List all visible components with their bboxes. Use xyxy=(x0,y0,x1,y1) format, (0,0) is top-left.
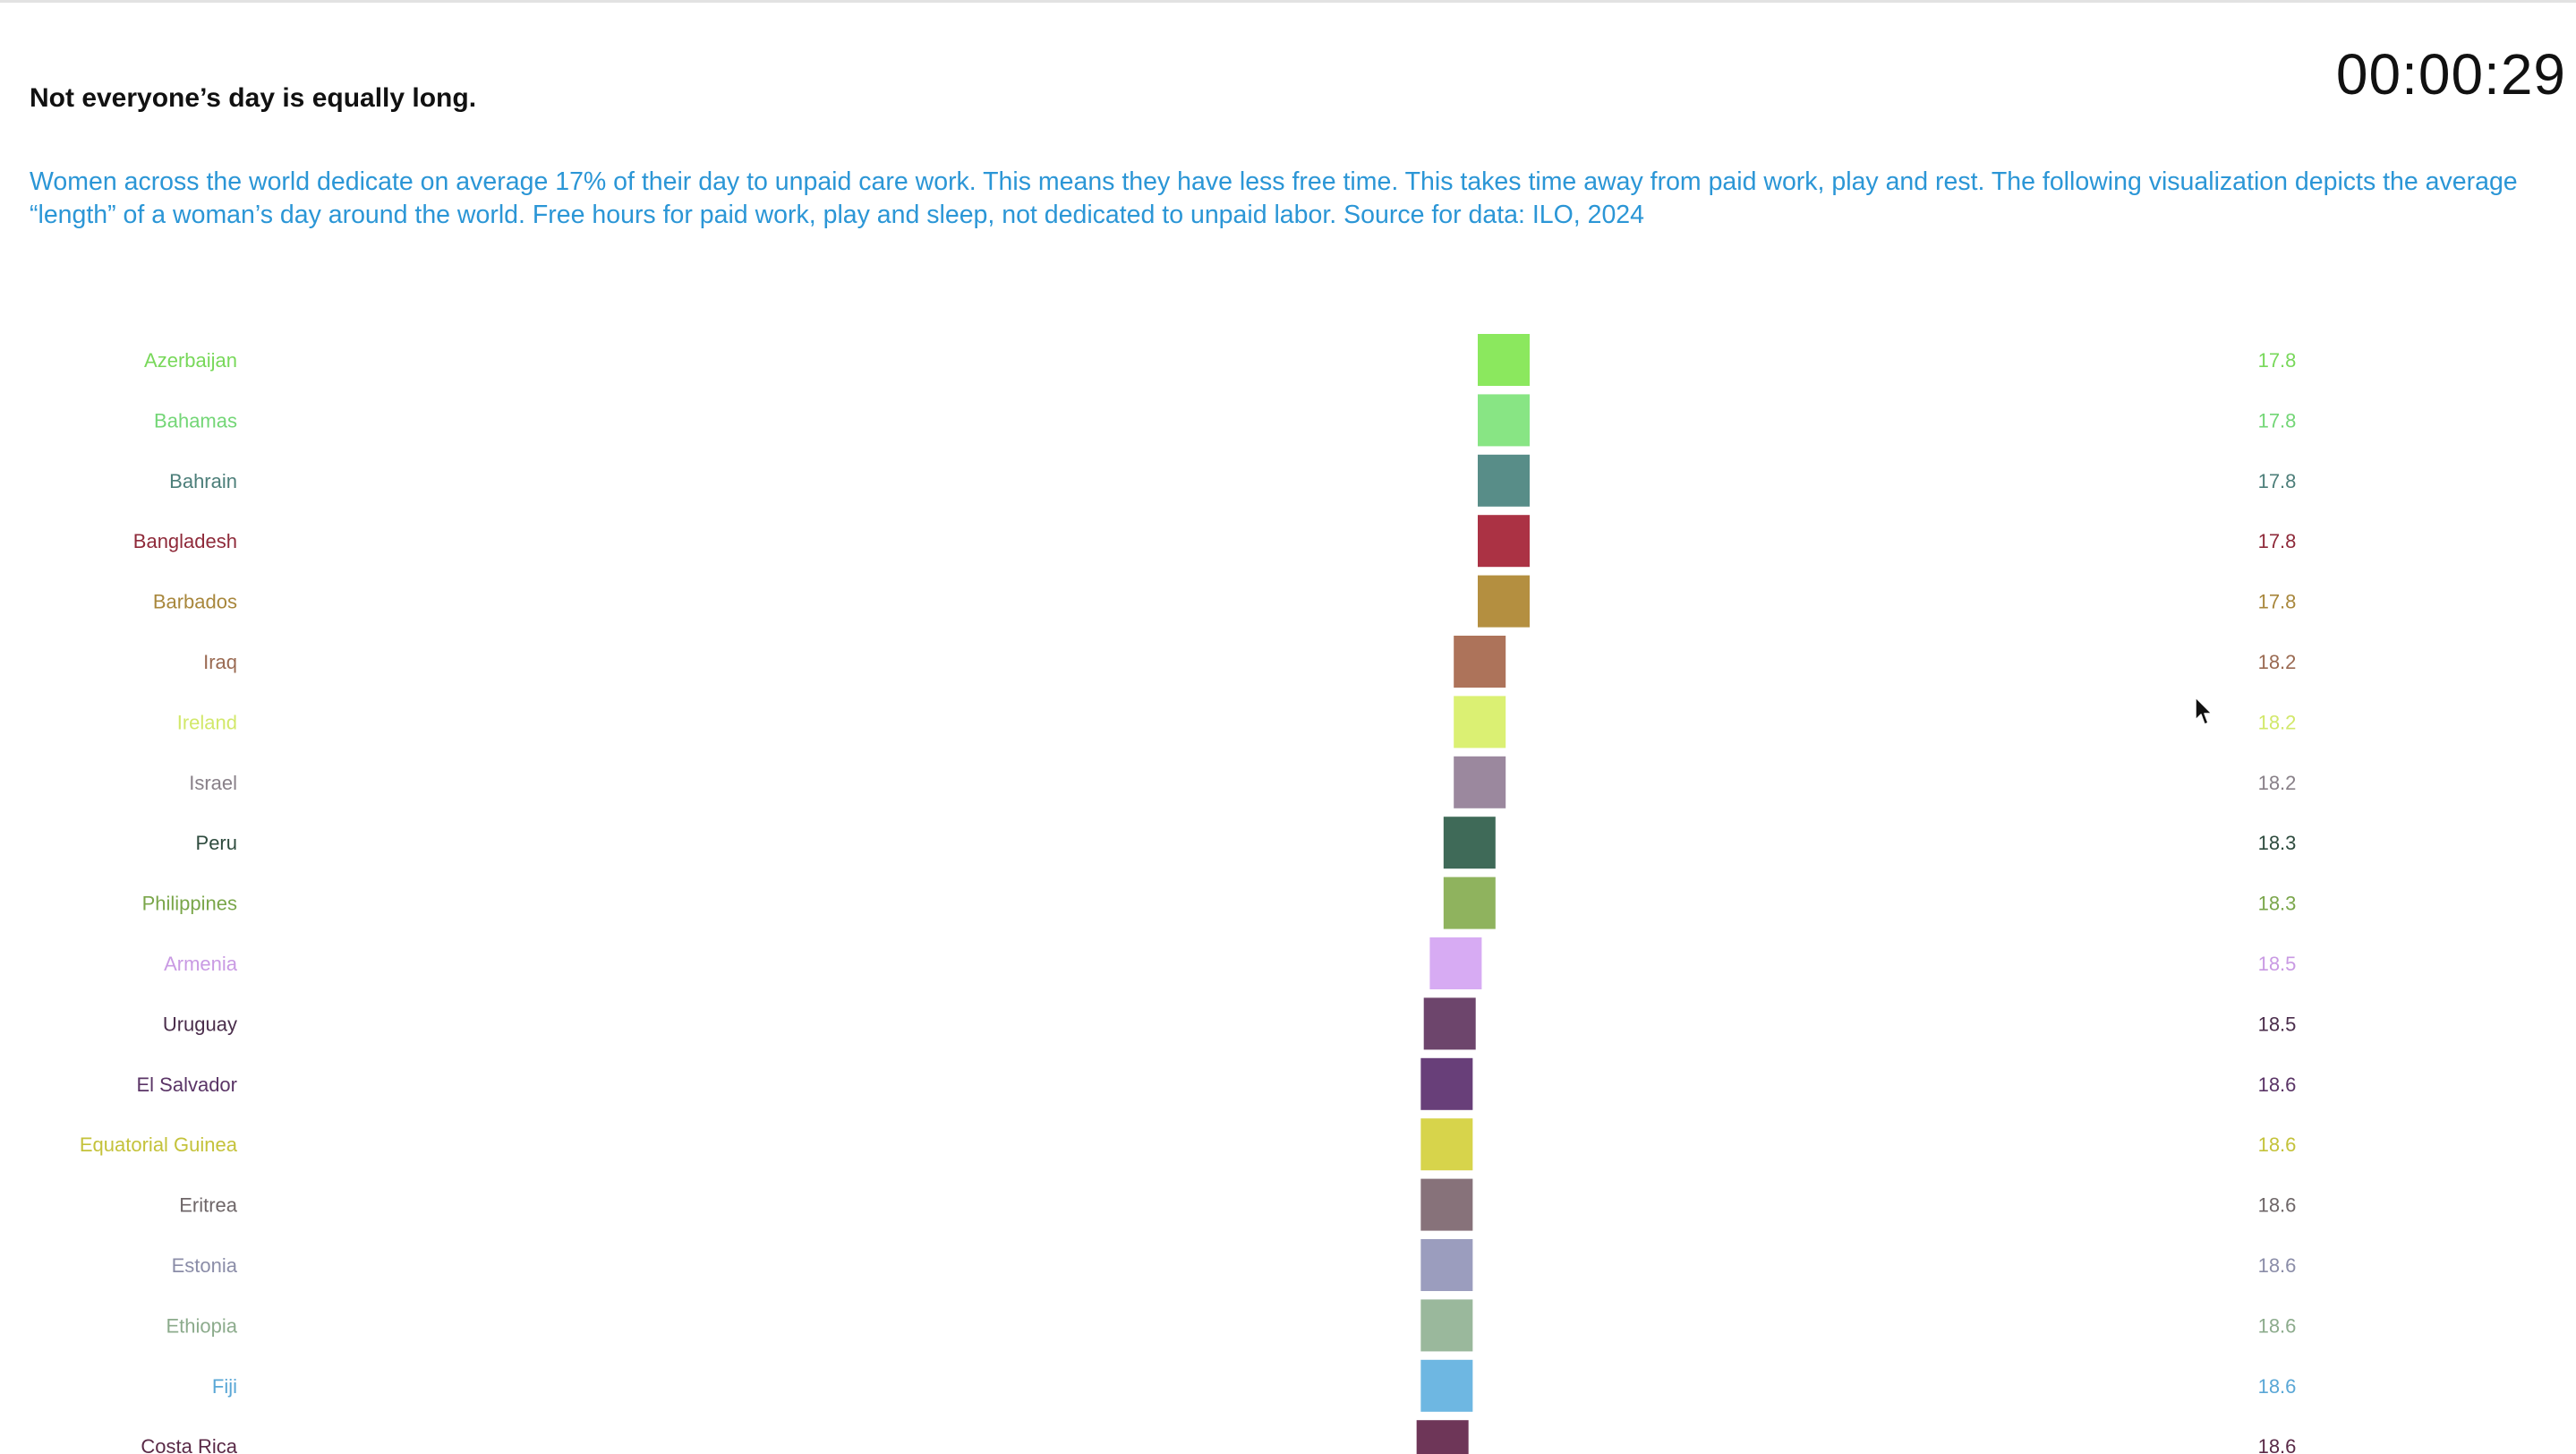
day-length-marker-equatorial-guinea xyxy=(1420,1118,1473,1171)
country-label-ireland: Ireland xyxy=(177,711,237,733)
day-length-marker-el-salvador xyxy=(1420,1057,1473,1110)
country-label-armenia: Armenia xyxy=(164,953,238,975)
day-length-marker-azerbaijan xyxy=(1478,334,1530,386)
country-label-ethiopia: Ethiopia xyxy=(166,1314,237,1337)
day-length-marker-estonia xyxy=(1420,1239,1473,1291)
country-label-azerbaijan: Azerbaijan xyxy=(144,349,237,372)
day-length-marker-eritrea xyxy=(1420,1178,1473,1231)
day-length-marker-bahamas xyxy=(1478,394,1530,447)
value-label-azerbaijan: 17.8 xyxy=(2258,349,2297,372)
value-label-armenia: 18.5 xyxy=(2258,953,2297,975)
day-length-marker-costa-rica xyxy=(1416,1420,1469,1454)
value-label-peru: 18.3 xyxy=(2258,832,2297,854)
day-length-marker-armenia xyxy=(1429,937,1482,989)
day-length-marker-uruguay xyxy=(1423,997,1476,1050)
value-label-ireland: 18.2 xyxy=(2258,711,2297,733)
value-label-costa-rica: 18.6 xyxy=(2258,1435,2297,1454)
country-label-philippines: Philippines xyxy=(142,893,237,915)
value-label-ethiopia: 18.6 xyxy=(2258,1314,2297,1337)
chart-canvas: Azerbaijan 17.8 Bahamas 17.8 Bahrain 17.8 Bang… xyxy=(80,334,2297,1454)
day-length-marker-israel xyxy=(1454,756,1506,808)
value-label-philippines: 18.3 xyxy=(2258,893,2297,915)
country-label-bangladesh: Bangladesh xyxy=(133,530,237,552)
country-label-bahrain: Bahrain xyxy=(169,470,237,492)
day-length-marker-iraq xyxy=(1454,636,1506,688)
country-label-iraq: Iraq xyxy=(203,651,237,673)
country-label-eritrea: Eritrea xyxy=(179,1194,238,1217)
country-label-fiji: Fiji xyxy=(212,1375,237,1398)
day-length-marker-fiji xyxy=(1420,1359,1473,1412)
value-label-bahamas: 17.8 xyxy=(2258,409,2297,432)
value-label-israel: 18.2 xyxy=(2258,772,2297,794)
day-length-marker-ireland xyxy=(1454,696,1506,748)
country-label-israel: Israel xyxy=(189,772,237,794)
day-length-marker-barbados xyxy=(1478,575,1530,628)
mouse-pointer-icon xyxy=(2195,697,2214,731)
country-label-peru: Peru xyxy=(196,832,237,854)
country-label-uruguay: Uruguay xyxy=(163,1013,237,1035)
value-label-iraq: 18.2 xyxy=(2258,651,2297,673)
day-length-chart: Azerbaijan 17.8 Bahamas 17.8 Bahrain 17.8 Bang… xyxy=(0,0,2576,1454)
day-length-marker-bahrain xyxy=(1478,454,1530,507)
country-label-equatorial-guinea: Equatorial Guinea xyxy=(80,1133,238,1156)
value-label-barbados: 17.8 xyxy=(2258,591,2297,613)
day-length-marker-ethiopia xyxy=(1420,1299,1473,1352)
day-length-marker-peru xyxy=(1443,817,1496,869)
country-label-costa-rica: Costa Rica xyxy=(141,1435,237,1454)
value-label-bahrain: 17.8 xyxy=(2258,470,2297,492)
value-label-bangladesh: 17.8 xyxy=(2258,530,2297,552)
country-label-el-salvador: El Salvador xyxy=(136,1073,237,1096)
country-label-bahamas: Bahamas xyxy=(154,409,237,432)
value-label-uruguay: 18.5 xyxy=(2258,1013,2297,1035)
value-label-estonia: 18.6 xyxy=(2258,1254,2297,1277)
country-label-barbados: Barbados xyxy=(153,591,237,613)
value-label-eritrea: 18.6 xyxy=(2258,1194,2297,1217)
value-label-el-salvador: 18.6 xyxy=(2258,1073,2297,1096)
day-length-marker-philippines xyxy=(1443,877,1496,929)
value-label-equatorial-guinea: 18.6 xyxy=(2258,1133,2297,1156)
value-label-fiji: 18.6 xyxy=(2258,1375,2297,1398)
day-length-marker-bangladesh xyxy=(1478,515,1530,568)
country-label-estonia: Estonia xyxy=(172,1254,238,1277)
